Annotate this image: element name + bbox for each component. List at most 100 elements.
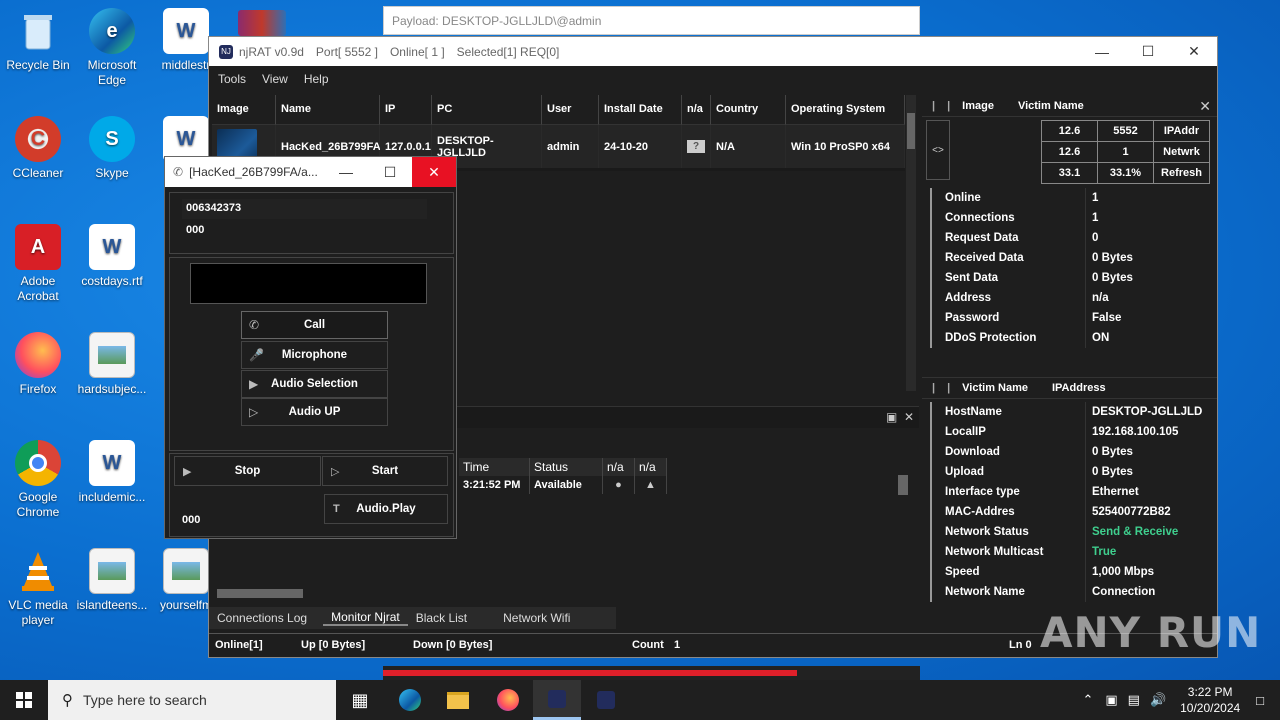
network-icon[interactable]: ▤ — [1128, 692, 1140, 708]
desktop-icon-includemic[interactable]: W includemic... — [74, 440, 150, 505]
njrat-taskbar-icon-2[interactable] — [582, 680, 630, 720]
minimize-icon[interactable]: — — [324, 157, 368, 187]
col-user[interactable]: User — [542, 95, 599, 125]
desktop: Recycle Bin e Microsoft Edge W middlestr… — [0, 0, 1280, 680]
start-button[interactable] — [0, 680, 48, 720]
firefox-taskbar-icon[interactable] — [484, 680, 532, 720]
maximize-icon[interactable]: ☐ — [1125, 37, 1171, 66]
panel-close-icon[interactable]: ✕ — [1199, 98, 1211, 115]
dialog-titlebar[interactable]: ✆ [HacKed_26B799FA/a... — ☐ ✕ — [165, 157, 456, 187]
selected-label: Selected[1] REQ[0] — [456, 44, 560, 59]
play-box-icon: ▷ — [331, 465, 340, 478]
desktop-icon-skype[interactable]: S Skype — [74, 116, 150, 181]
col-time[interactable]: Time — [459, 458, 530, 476]
list-item: Password False — [926, 308, 1215, 328]
skype-icon: S — [89, 116, 135, 162]
word-doc-icon: W — [89, 440, 135, 486]
audio-play-button[interactable]: T Audio.Play — [324, 494, 448, 524]
volume-icon[interactable]: 🔊 — [1150, 692, 1166, 708]
taskbar-search[interactable]: ⚲ Type here to search — [48, 680, 336, 720]
image-file-icon — [89, 548, 135, 594]
microphone-button[interactable]: 🎤 Microphone — [241, 341, 388, 369]
col-image[interactable]: Image — [212, 95, 276, 125]
menu-view[interactable]: View — [255, 72, 295, 86]
start-button[interactable]: ▷ Start — [322, 456, 448, 486]
desktop-icon-firefox[interactable]: Firefox — [0, 332, 76, 397]
close-pane-icon[interactable]: ✕ — [904, 410, 914, 424]
col-na[interactable]: n/a — [682, 95, 711, 125]
netwrk-button[interactable]: Netwrk — [1153, 141, 1210, 163]
ccleaner-icon: C — [15, 116, 61, 162]
refresh-button[interactable]: Refresh — [1153, 162, 1210, 184]
col-na-1[interactable]: n/a — [603, 458, 635, 476]
user-icon: ● — [603, 476, 635, 494]
file-explorer-icon[interactable] — [434, 680, 482, 720]
recycle-bin-icon — [15, 8, 61, 54]
close-icon[interactable]: ✕ — [1171, 37, 1217, 66]
online-label: Online[ 1 ] — [389, 44, 445, 59]
winrar-icon[interactable] — [238, 10, 286, 36]
desktop-icon-costdays[interactable]: W costdays.rtf — [74, 224, 150, 289]
njrat-taskbar-icon[interactable] — [533, 680, 581, 720]
device-icon[interactable]: ▣ — [1105, 692, 1117, 708]
audio-selection-button[interactable]: ▶ Audio Selection — [241, 370, 388, 398]
desktop-icon-vlc[interactable]: VLC media player — [0, 548, 76, 628]
task-view-icon[interactable]: ▦ — [336, 680, 384, 720]
table-scrollbar[interactable] — [906, 95, 916, 391]
desktop-icon-acrobat[interactable]: A Adobe Acrobat — [0, 224, 76, 304]
menu-help[interactable]: Help — [297, 72, 336, 86]
col-pc[interactable]: PC — [432, 95, 542, 125]
njrat-titlebar[interactable]: NJ njRAT v0.9d Port[ 5552 ] Online[ 1 ] … — [209, 37, 1217, 66]
desktop-icon-recycle-bin[interactable]: Recycle Bin — [0, 8, 76, 73]
desktop-icon-chrome[interactable]: Google Chrome — [0, 440, 76, 520]
acrobat-icon: A — [15, 224, 61, 270]
list-item: Network Status Send & Receive — [926, 522, 1215, 542]
code-label: 000 — [186, 224, 205, 236]
chrome-icon — [15, 440, 61, 486]
edge-taskbar-icon[interactable] — [386, 680, 434, 720]
list-item: DDoS Protection ON — [926, 328, 1215, 348]
maximize-icon[interactable]: ☐ — [368, 157, 412, 187]
minimize-icon[interactable]: — — [1079, 37, 1125, 66]
monitor-scrollbar[interactable] — [898, 475, 908, 495]
menu-tools[interactable]: Tools — [211, 72, 253, 86]
horizontal-scrollbar[interactable] — [217, 589, 303, 598]
table-row[interactable]: 3:21:52 PM Available ● ▲ — [459, 476, 667, 494]
call-button[interactable]: ✆ Call — [241, 311, 388, 339]
col-country[interactable]: Country — [711, 95, 786, 125]
desktop-icon-islandteens[interactable]: islandteens... — [74, 548, 150, 613]
tab-monitor-njrat[interactable]: Monitor Njrat — [323, 610, 408, 626]
ipaddr-button[interactable]: IPAddr — [1153, 120, 1210, 142]
col-na-2[interactable]: n/a — [635, 458, 667, 476]
chevron-up-icon[interactable]: ⌃ — [1082, 692, 1093, 708]
status-count-label: Count — [632, 638, 664, 651]
desktop-icon-ccleaner[interactable]: C CCleaner — [0, 116, 76, 181]
audio-up-button[interactable]: ▷ Audio UP — [241, 398, 388, 426]
list-item: Received Data 0 Bytes — [926, 248, 1215, 268]
clock[interactable]: 3:22 PM 10/20/2024 — [1172, 684, 1248, 716]
list-item: Address n/a — [926, 288, 1215, 308]
col-install-date[interactable]: Install Date — [599, 95, 682, 125]
restore-pane-icon[interactable]: ▣ — [886, 410, 897, 424]
col-os[interactable]: Operating System — [786, 95, 905, 125]
stop-button[interactable]: ▶ Stop — [174, 456, 321, 486]
taskbar: ⚲ Type here to search ▦ ⌃ ▣ ▤ 🔊 3:22 PM … — [0, 680, 1280, 720]
cell-time: 3:21:52 PM — [459, 476, 530, 494]
watermark-logo: ANY RUN — [1040, 608, 1262, 657]
desktop-icon-edge[interactable]: e Microsoft Edge — [74, 8, 150, 88]
phone-number-field[interactable]: 006342373 — [182, 199, 427, 219]
list-item: Network Multicast True — [926, 542, 1215, 562]
notification-icon[interactable]: □ — [1256, 693, 1264, 708]
close-icon[interactable]: ✕ — [412, 157, 456, 187]
tab-network-wifi[interactable]: Network Wifi — [495, 611, 578, 625]
desktop-icon-hardsubjec[interactable]: hardsubjec... — [74, 332, 150, 397]
col-name[interactable]: Name — [276, 95, 380, 125]
tab-black-list[interactable]: Black List — [408, 611, 475, 625]
tab-connections-log[interactable]: Connections Log — [209, 611, 315, 625]
list-item: Request Data 0 — [926, 228, 1215, 248]
col-status[interactable]: Status — [530, 458, 603, 476]
search-icon: ⚲ — [62, 692, 73, 709]
col-ip[interactable]: IP — [380, 95, 432, 125]
list-item: Connections 1 — [926, 208, 1215, 228]
collapse-toggle-icon[interactable]: <> — [926, 120, 950, 180]
